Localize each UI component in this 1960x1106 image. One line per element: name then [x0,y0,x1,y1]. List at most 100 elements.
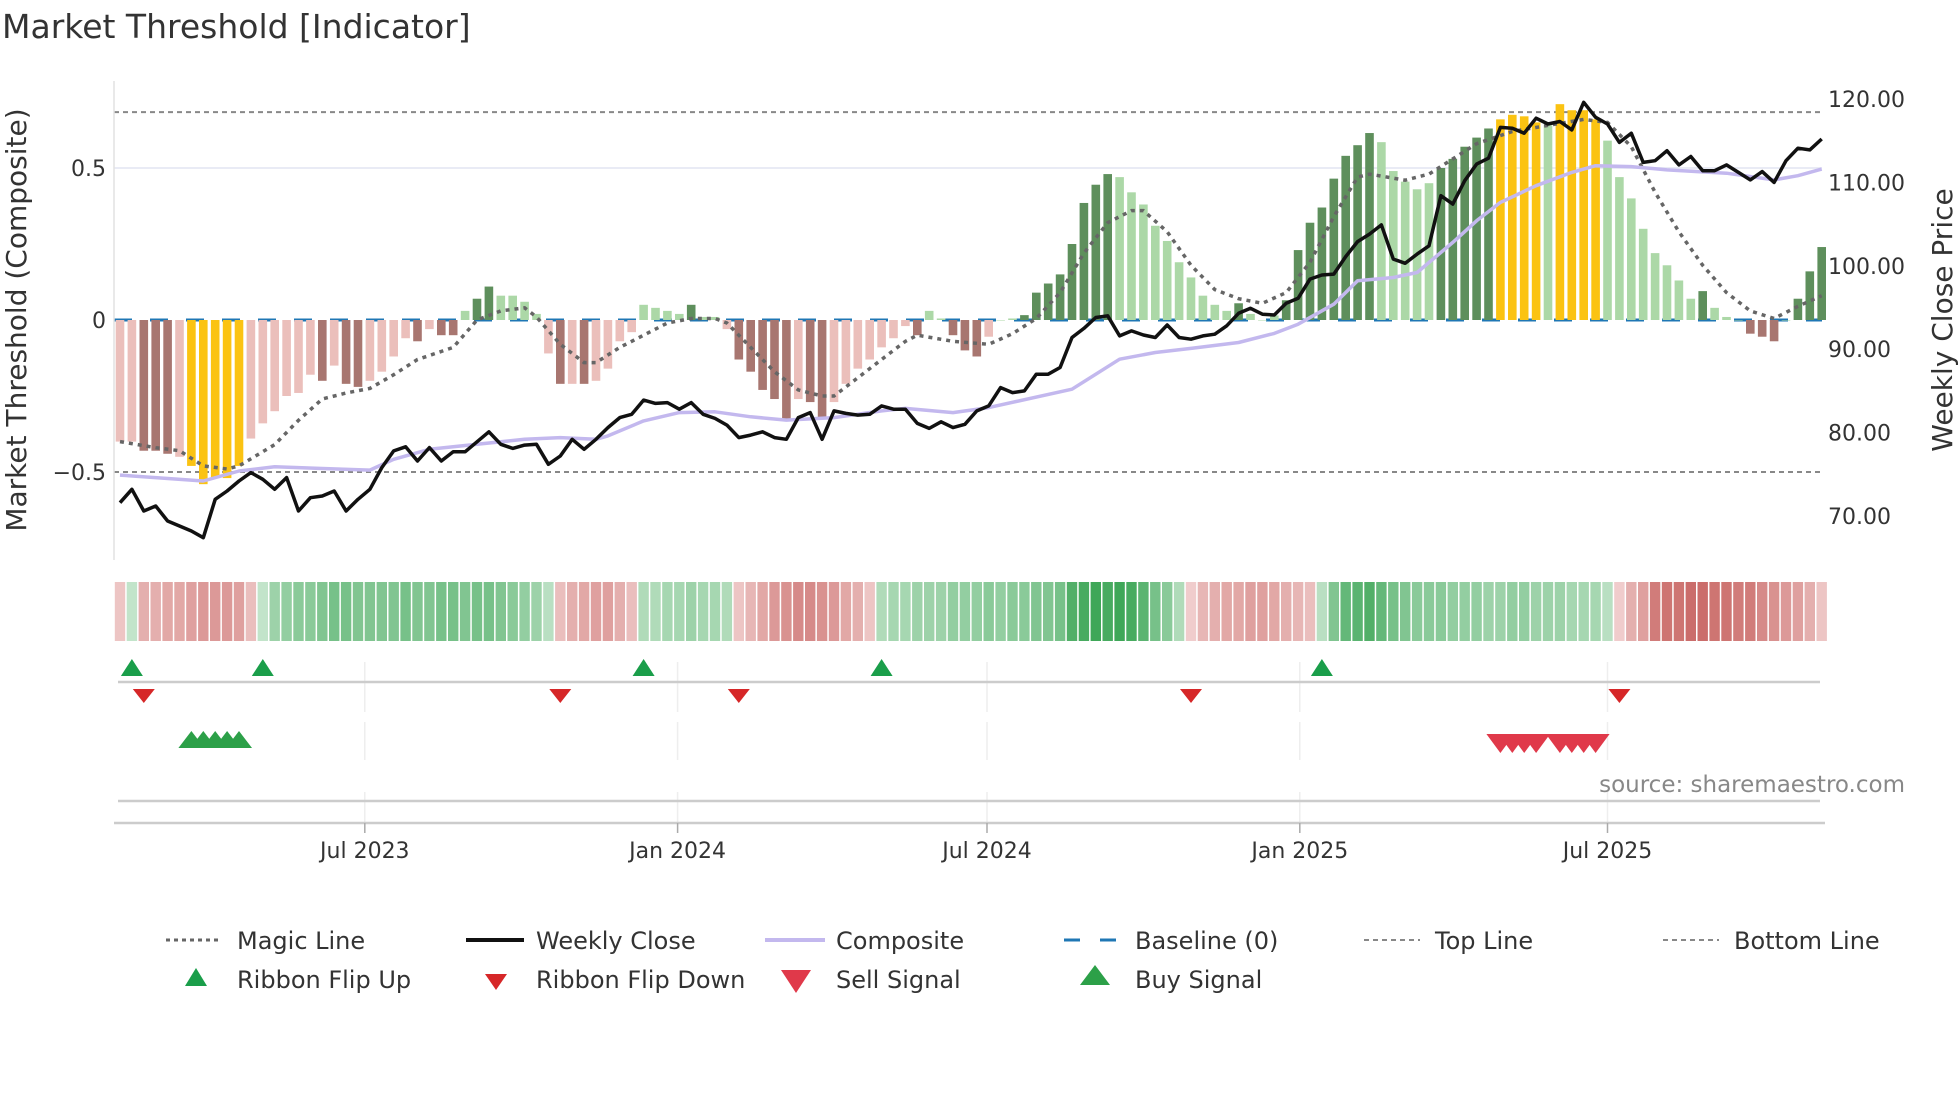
legend-label: Ribbon Flip Down [536,966,745,994]
ribbon-cell [1792,582,1804,641]
composite-bar [1317,207,1327,320]
composite-bar [175,320,184,457]
composite-bar [996,320,1005,321]
ribbon-cell [198,582,209,641]
composite-bar [127,320,137,442]
ribbon-cell [436,582,447,641]
ribbon-cell [733,582,744,641]
ribbon-cell [1661,582,1673,641]
composite-bar [924,310,934,320]
ribbon-cell [757,582,768,641]
ribbon-flip-up-marker [251,659,274,676]
composite-bar [1210,304,1220,320]
composite-bars [115,104,1826,485]
ribbon-cell [567,582,578,641]
ribbon-cell [1162,582,1173,641]
legend-label: Buy Signal [1135,966,1262,994]
ribbon-flip-down-marker [549,689,572,703]
composite-bar [520,301,529,320]
ribbon-cell [1304,582,1316,641]
composite-bar [1662,265,1672,320]
composite-bar [1198,295,1208,320]
x-tick-label: Jan 2024 [627,839,726,864]
ribbon-cell [1733,582,1744,641]
ribbon-cell [1007,582,1018,641]
ribbon-cell [1685,582,1696,641]
x-tick-label: Jul 2024 [940,839,1032,864]
composite-bar [627,320,636,333]
ribbon-cell [281,582,292,641]
ribbon-cell [1150,582,1161,641]
ribbon-cell [424,582,435,641]
composite-bar [1103,174,1112,320]
ribbon-cell [1340,582,1351,641]
composite-bar [270,320,279,412]
ribbon-cell [245,582,257,641]
ribbon-cell [674,582,685,641]
ribbon-cell [412,582,423,641]
ribbon-cell [162,582,173,641]
market-threshold-chart: Market Threshold [Indicator] 0.5 0 −0.5 120… [0,7,1959,994]
x-tick-label: Jul 2023 [318,839,410,864]
ribbon-cell [816,582,828,641]
composite-bar [1496,119,1505,320]
ribbon-cell [1816,582,1827,641]
right-tick-label: 110.00 [1828,171,1905,196]
ribbon-cell [947,582,959,641]
ribbon-cell [1709,582,1720,641]
composite-bar [1817,247,1826,320]
composite-bar [1734,320,1743,321]
legend-label: Ribbon Flip Up [237,966,411,994]
legend-item-composite: Composite [765,927,964,955]
composite-bar [1174,262,1184,320]
ribbon-flip-up-marker [632,659,655,676]
left-tick-label: −0.5 [53,461,106,486]
composite-bar [1020,315,1029,320]
composite-bar [889,320,898,339]
ribbon-cell [1804,582,1815,641]
composite-bar [936,318,946,320]
ribbon-cell [1768,582,1780,641]
ribbon-flip-down-marker [1608,689,1631,703]
right-tick-label: 120.00 [1828,88,1905,113]
composite-bar [1115,177,1124,320]
ribbon-cell [1400,582,1411,641]
ribbon-cell [1078,582,1090,641]
composite-bar [972,320,982,357]
ribbon-cell [602,582,614,641]
composite-bar [1151,225,1160,320]
ribbon-cell [1602,582,1613,641]
composite-bar [1186,277,1196,320]
ribbon-cell [1530,582,1542,641]
composite-bar [853,320,863,369]
composite-bar [1436,168,1446,320]
ribbon-cell [1554,582,1566,641]
composite-bar [472,298,482,320]
ribbon-cell [269,582,280,641]
triangle-up-icon [185,968,207,986]
legend-item-sell-signal: Sell Signal [781,966,961,994]
ribbon-cell [555,582,566,641]
right-tick-label: 80.00 [1828,422,1891,447]
composite-bar [1222,310,1231,320]
ribbon-cell [150,582,161,641]
composite-bar [1508,114,1517,320]
composite-bar [1543,125,1553,320]
composite-bar [1567,110,1577,321]
composite-bar [1008,318,1017,320]
ribbon-cell [1483,582,1494,641]
ribbon-cell [305,582,316,641]
ribbon-cell [781,582,792,641]
legend-item-ribbon-flip-down: Ribbon Flip Down [485,966,745,994]
reference-lines [114,111,1822,473]
ribbon-cell [1138,582,1149,641]
composite-bar [556,320,565,384]
ribbon-cell [626,582,637,641]
composite-bar [805,320,815,403]
ribbon-cell [578,582,590,641]
x-tick-label: Jul 2025 [1561,839,1653,864]
ribbon-cell [1114,582,1125,641]
legend-label: Baseline (0) [1135,927,1278,955]
composite-bar [782,320,791,421]
legend-item-top-line: Top Line [1364,927,1533,955]
